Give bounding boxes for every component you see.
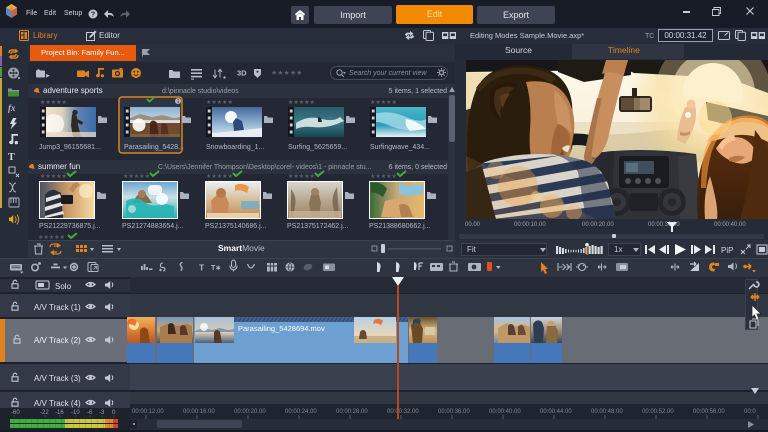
- svg-text:★★★★★: ★★★★★: [40, 173, 67, 180]
- svg-text:Parasailing_5428...: Parasailing_5428...: [124, 144, 184, 151]
- svg-text:Solo: Solo: [55, 282, 72, 291]
- svg-text:T: T: [8, 152, 15, 163]
- svg-text:A/V Track (1): A/V Track (1): [34, 303, 81, 312]
- svg-text:★★★★★: ★★★★★: [271, 69, 302, 77]
- svg-text:fx: fx: [8, 103, 16, 113]
- svg-text:00:00:12.00: 00:00:12.00: [132, 409, 164, 415]
- svg-text:PiP: PiP: [721, 246, 733, 255]
- svg-text:A/V Track (3): A/V Track (3): [34, 374, 81, 383]
- svg-text:00:00:32.00: 00:00:32.00: [387, 409, 419, 415]
- svg-text:PS21375140686.j...: PS21375140686.j...: [205, 223, 267, 230]
- svg-text:★★★★★: ★★★★★: [123, 173, 150, 180]
- svg-text:?: ?: [91, 12, 95, 19]
- svg-text:PS21229736875.j...: PS21229736875.j...: [39, 223, 101, 230]
- svg-text:★★★★★: ★★★★★: [206, 173, 233, 180]
- svg-text:00:00:56.00: 00:00:56.00: [693, 409, 725, 415]
- svg-text:00:00:20.00: 00:00:20.00: [234, 409, 266, 415]
- svg-text:-60: -60: [11, 410, 20, 416]
- svg-text:T: T: [199, 263, 205, 273]
- svg-text:T∗: T∗: [211, 265, 221, 272]
- svg-text:00:00:24.00: 00:00:24.00: [285, 409, 317, 415]
- svg-text:00:00:28.00: 00:00:28.00: [336, 409, 368, 415]
- svg-text:00:00:48.00: 00:00:48.00: [591, 409, 623, 415]
- svg-text:-22: -22: [40, 410, 49, 416]
- svg-text:Parasailing_5428694.mov: Parasailing_5428694.mov: [238, 324, 325, 333]
- svg-text:00:00:36.00: 00:00:36.00: [438, 409, 470, 415]
- svg-text:Surfingwave_434...: Surfingwave_434...: [370, 144, 430, 151]
- svg-text:Jump3_96155681...: Jump3_96155681...: [39, 144, 101, 151]
- svg-text:★★★★★: ★★★★★: [288, 173, 315, 180]
- svg-text:00:00:16.00: 00:00:16.00: [183, 409, 215, 415]
- svg-text:PS21375172462.j...: PS21375172462.j...: [287, 223, 349, 230]
- svg-text:★★★★★: ★★★★★: [370, 173, 397, 180]
- svg-text:Surfing_5625659...: Surfing_5625659...: [288, 144, 347, 151]
- svg-text:A/V Track (2): A/V Track (2): [34, 336, 81, 345]
- svg-text:00:00:40.00: 00:00:40.00: [489, 409, 521, 415]
- svg-text:Snowboarding_1...: Snowboarding_1...: [206, 144, 264, 151]
- svg-text:★★★★★: ★★★★★: [206, 99, 233, 106]
- svg-text:00:00:52.00: 00:00:52.00: [642, 409, 674, 415]
- svg-text:00:0: 00:0: [744, 409, 756, 415]
- svg-text:PS21388680662.j...: PS21388680662.j...: [369, 223, 431, 230]
- svg-text:★★★★★: ★★★★★: [288, 99, 315, 106]
- svg-text:PS21274883654.j...: PS21274883654.j...: [122, 223, 184, 230]
- svg-text:3D: 3D: [237, 69, 247, 78]
- svg-text:00:00:44.00: 00:00:44.00: [540, 409, 572, 415]
- svg-text:-10: -10: [71, 410, 80, 416]
- svg-text:-16: -16: [55, 410, 64, 416]
- svg-text:★★★★★: ★★★★★: [40, 99, 67, 106]
- svg-text:★★★★★: ★★★★★: [370, 99, 397, 106]
